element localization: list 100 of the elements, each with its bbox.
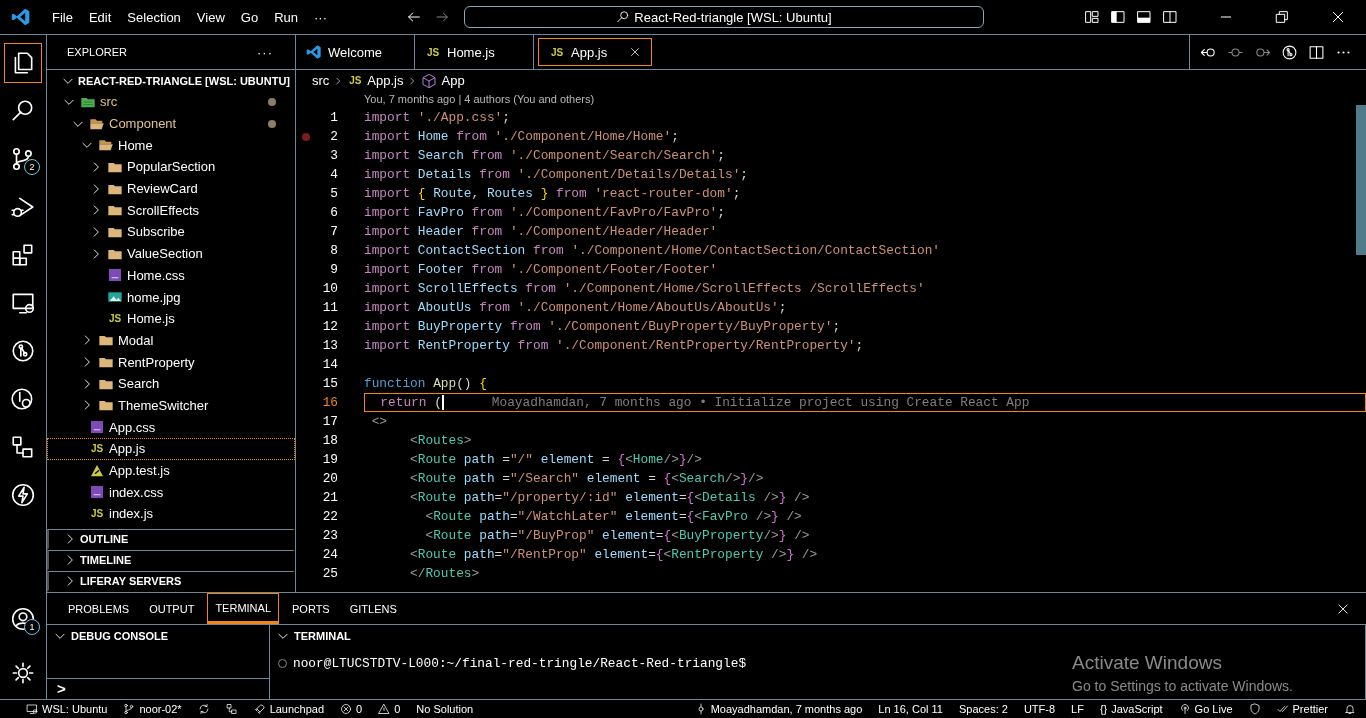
line-number: 22 bbox=[321, 509, 338, 524]
tree-item[interactable]: Home.css bbox=[47, 264, 295, 287]
folder-header[interactable]: REACT-RED-TRIANGLE [WSL: UBUNTU] bbox=[47, 69, 295, 91]
status-item[interactable]: Ln 16, Col 11 bbox=[878, 702, 943, 716]
status-item[interactable]: LF bbox=[1071, 702, 1084, 716]
back-arrow-icon[interactable] bbox=[406, 9, 422, 25]
tree-item[interactable]: home.jpg bbox=[47, 286, 295, 308]
status-item[interactable] bbox=[1344, 702, 1356, 716]
section-header[interactable]: OUTLINE bbox=[47, 529, 295, 550]
status-item[interactable]: 0 bbox=[340, 702, 363, 716]
status-item[interactable]: Go Live bbox=[1178, 702, 1233, 716]
section-header[interactable]: TIMELINE bbox=[47, 550, 295, 571]
tree-item[interactable]: App.test.js bbox=[47, 459, 295, 482]
breadcrumb-item[interactable]: src bbox=[312, 73, 330, 88]
menu-item[interactable]: Run bbox=[265, 9, 305, 25]
command-center[interactable]: React-Red-triangle [WSL: Ubuntu] bbox=[464, 6, 984, 28]
code-line: import FavPro from './Component/FavPro/FavPro'; bbox=[364, 204, 726, 222]
section-header[interactable]: TERMINAL bbox=[270, 625, 1365, 647]
tree-item[interactable]: ThemeSwitcher bbox=[47, 394, 295, 417]
layout-icon[interactable] bbox=[1136, 9, 1152, 25]
tree-item[interactable]: ValueSection bbox=[47, 242, 295, 265]
status-item[interactable]: 0 bbox=[378, 702, 401, 716]
line-number: 4 bbox=[329, 167, 338, 182]
status-item[interactable]: Launchpad bbox=[253, 702, 325, 716]
scrollbar-thumb[interactable] bbox=[1356, 105, 1366, 255]
count-badge: 2 bbox=[24, 159, 40, 175]
gitlens-icon[interactable] bbox=[1281, 43, 1298, 61]
layout-icon[interactable] bbox=[1084, 9, 1100, 25]
menu-item[interactable]: Selection bbox=[118, 9, 188, 25]
tree-item[interactable]: App.css bbox=[47, 416, 295, 438]
panel-tab[interactable]: OUTPUT bbox=[142, 593, 202, 624]
tree-item[interactable]: Home bbox=[47, 134, 295, 157]
tree-item[interactable]: RentProperty bbox=[47, 351, 295, 373]
line-number: 11 bbox=[321, 300, 338, 315]
status-item[interactable]: {} JavaScript bbox=[1099, 702, 1163, 716]
panel-tab[interactable]: PORTS bbox=[285, 593, 337, 624]
menu-item[interactable]: Go bbox=[231, 9, 266, 25]
activity-bar-item[interactable]: 2 bbox=[4, 139, 42, 179]
menu-item[interactable]: Edit bbox=[79, 9, 119, 25]
tree-item[interactable]: ScrollEffects bbox=[47, 199, 295, 222]
line-number: 19 bbox=[321, 452, 338, 467]
restore-icon[interactable] bbox=[1274, 9, 1290, 25]
close-icon[interactable] bbox=[1336, 601, 1350, 616]
status-item[interactable]: No Solution bbox=[416, 702, 474, 716]
activity-bar-item[interactable]: 1 bbox=[4, 599, 42, 639]
close-icon[interactable] bbox=[1330, 9, 1346, 25]
tree-item[interactable]: Subscribe bbox=[47, 221, 295, 243]
status-item[interactable] bbox=[197, 702, 210, 716]
remote-icon bbox=[26, 703, 38, 715]
status-item[interactable]: WSL: Ubuntu bbox=[26, 702, 108, 716]
menu-item[interactable]: View bbox=[187, 9, 232, 25]
line-number: 21 bbox=[321, 490, 338, 505]
tree-item[interactable]: PopularSection bbox=[47, 156, 295, 178]
tree-item[interactable]: JS Home.js bbox=[47, 307, 295, 330]
section-header[interactable]: DEBUG CONSOLE bbox=[47, 625, 269, 647]
status-item[interactable]: Moayadhamdan, 7 months ago bbox=[694, 702, 863, 716]
layout-icon[interactable] bbox=[1162, 9, 1178, 25]
section-header[interactable]: LIFERAY SERVERS bbox=[47, 571, 295, 592]
close-icon[interactable] bbox=[629, 46, 641, 58]
status-item[interactable]: Spaces: 2 bbox=[958, 702, 1008, 716]
editor-tab[interactable]: JS App.js bbox=[538, 38, 652, 66]
console-prompt[interactable]: > bbox=[47, 678, 269, 699]
menu-item[interactable]: ··· bbox=[305, 9, 334, 25]
split-editor-icon[interactable] bbox=[1308, 43, 1325, 61]
status-item[interactable]: Prettier bbox=[1276, 702, 1328, 716]
code-line: import BuyProperty from './Component/BuyProperty/BuyProperty'; bbox=[364, 318, 842, 336]
line-number: 23 bbox=[321, 528, 338, 543]
line-number: 8 bbox=[329, 243, 338, 258]
tree-item[interactable]: Component bbox=[47, 112, 295, 135]
breadcrumb-item[interactable]: App bbox=[421, 72, 465, 89]
js-file-icon: JS bbox=[89, 443, 105, 455]
broadcast-icon bbox=[1178, 703, 1191, 715]
more-actions-button[interactable]: ··· bbox=[251, 43, 279, 61]
tree-item[interactable]: index.css bbox=[47, 481, 295, 504]
panel-tab[interactable]: PROBLEMS bbox=[61, 593, 137, 624]
menu-item[interactable]: File bbox=[43, 9, 80, 25]
line-number: 13 bbox=[321, 338, 338, 353]
code-line: import ScrollEffects from './Component/Home/ScrollEffects /ScrollEffects' bbox=[364, 280, 926, 298]
tree-item[interactable]: Modal bbox=[47, 329, 295, 352]
activity-bar-item[interactable] bbox=[4, 43, 42, 83]
status-item[interactable] bbox=[225, 702, 238, 716]
codelens-text[interactable]: You, 7 months ago | 4 authors (You and others) bbox=[296, 91, 1366, 108]
activation-title: Activate Windows bbox=[1072, 652, 1223, 674]
layout-icon[interactable] bbox=[1110, 9, 1126, 25]
status-item[interactable]: noor-02* bbox=[123, 702, 182, 716]
checks-icon bbox=[1276, 703, 1289, 715]
status-item[interactable]: UTF-8 bbox=[1023, 702, 1056, 716]
editor-tab[interactable]: Welcome bbox=[296, 35, 415, 69]
breadcrumb-item[interactable]: JS App.js bbox=[347, 73, 404, 88]
panel-tab[interactable]: GITLENS bbox=[342, 593, 404, 624]
panel-tab[interactable]: TERMINAL bbox=[207, 593, 279, 624]
tree-item[interactable]: src bbox=[47, 91, 295, 113]
editor-tab[interactable]: JS Home.js bbox=[415, 35, 534, 69]
tree-item[interactable]: Search bbox=[47, 372, 295, 395]
tree-item[interactable]: JS App.js bbox=[47, 438, 295, 460]
search-icon bbox=[616, 10, 631, 24]
status-item[interactable] bbox=[1248, 702, 1261, 716]
tree-item[interactable]: JS index.js bbox=[47, 503, 295, 525]
line-number: 10 bbox=[321, 281, 338, 296]
tree-item[interactable]: ReviewCard bbox=[47, 177, 295, 200]
